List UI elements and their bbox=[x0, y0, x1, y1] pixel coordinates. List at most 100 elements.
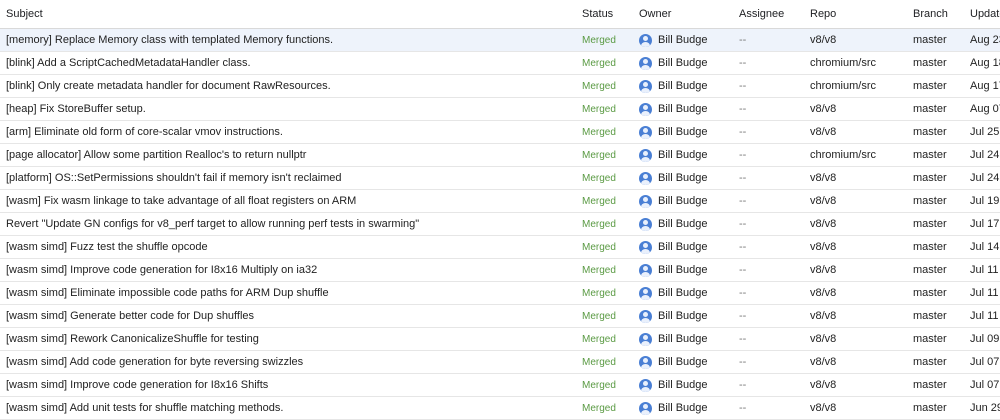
table-row[interactable]: [wasm simd] Generate better code for Dup… bbox=[0, 304, 1000, 328]
owner-cell[interactable]: Bill Budge bbox=[639, 281, 739, 305]
owner-cell[interactable]: Bill Budge bbox=[639, 373, 739, 397]
owner-cell[interactable]: Bill Budge bbox=[639, 350, 739, 374]
change-subject-link[interactable]: [wasm simd] Improve code generation for … bbox=[0, 373, 576, 397]
repo-link[interactable]: v8/v8 bbox=[810, 97, 913, 121]
owner-name[interactable]: Bill Budge bbox=[658, 241, 708, 253]
branch-link[interactable]: master bbox=[913, 396, 970, 420]
branch-link[interactable]: master bbox=[913, 212, 970, 236]
owner-name[interactable]: Bill Budge bbox=[658, 379, 708, 391]
owner-cell[interactable]: Bill Budge bbox=[639, 74, 739, 98]
change-subject-link[interactable]: Revert "Update GN configs for v8_perf ta… bbox=[0, 212, 576, 236]
change-subject-link[interactable]: [blink] Add a ScriptCachedMetadataHandle… bbox=[0, 51, 576, 75]
owner-name[interactable]: Bill Budge bbox=[658, 172, 708, 184]
repo-link[interactable]: v8/v8 bbox=[810, 373, 913, 397]
owner-name[interactable]: Bill Budge bbox=[658, 80, 708, 92]
repo-link[interactable]: chromium/src bbox=[810, 51, 913, 75]
table-row[interactable]: [platform] OS::SetPermissions shouldn't … bbox=[0, 166, 1000, 190]
owner-cell[interactable]: Bill Budge bbox=[639, 396, 739, 420]
branch-link[interactable]: master bbox=[913, 304, 970, 328]
owner-name[interactable]: Bill Budge bbox=[658, 333, 708, 345]
table-row[interactable]: [wasm simd] Add unit tests for shuffle m… bbox=[0, 396, 1000, 420]
owner-name[interactable]: Bill Budge bbox=[658, 126, 708, 138]
branch-link[interactable]: master bbox=[913, 51, 970, 75]
repo-link[interactable]: v8/v8 bbox=[810, 350, 913, 374]
owner-name[interactable]: Bill Budge bbox=[658, 310, 708, 322]
column-header-status[interactable]: Status bbox=[576, 0, 639, 29]
owner-name[interactable]: Bill Budge bbox=[658, 103, 708, 115]
branch-link[interactable]: master bbox=[913, 258, 970, 282]
owner-cell[interactable]: Bill Budge bbox=[639, 189, 739, 213]
repo-link[interactable]: v8/v8 bbox=[810, 166, 913, 190]
branch-link[interactable]: master bbox=[913, 97, 970, 121]
owner-name[interactable]: Bill Budge bbox=[658, 264, 708, 276]
branch-link[interactable]: master bbox=[913, 373, 970, 397]
table-row[interactable]: [blink] Add a ScriptCachedMetadataHandle… bbox=[0, 51, 1000, 75]
change-subject-link[interactable]: [wasm simd] Improve code generation for … bbox=[0, 258, 576, 282]
repo-link[interactable]: v8/v8 bbox=[810, 281, 913, 305]
branch-link[interactable]: master bbox=[913, 74, 970, 98]
branch-link[interactable]: master bbox=[913, 189, 970, 213]
column-header-assignee[interactable]: Assignee bbox=[739, 0, 810, 29]
owner-name[interactable]: Bill Budge bbox=[658, 195, 708, 207]
branch-link[interactable]: master bbox=[913, 235, 970, 259]
table-row[interactable]: [wasm] Fix wasm linkage to take advantag… bbox=[0, 189, 1000, 213]
change-subject-link[interactable]: [blink] Only create metadata handler for… bbox=[0, 74, 576, 98]
repo-link[interactable]: chromium/src bbox=[810, 143, 913, 167]
owner-cell[interactable]: Bill Budge bbox=[639, 143, 739, 167]
branch-link[interactable]: master bbox=[913, 120, 970, 144]
repo-link[interactable]: v8/v8 bbox=[810, 120, 913, 144]
change-subject-link[interactable]: [platform] OS::SetPermissions shouldn't … bbox=[0, 166, 576, 190]
column-header-updated[interactable]: Updated bbox=[970, 0, 1000, 29]
owner-name[interactable]: Bill Budge bbox=[658, 402, 708, 414]
owner-cell[interactable]: Bill Budge bbox=[639, 166, 739, 190]
repo-link[interactable]: v8/v8 bbox=[810, 235, 913, 259]
owner-cell[interactable]: Bill Budge bbox=[639, 28, 739, 52]
repo-link[interactable]: v8/v8 bbox=[810, 28, 913, 52]
change-subject-link[interactable]: [memory] Replace Memory class with templ… bbox=[0, 28, 576, 52]
change-subject-link[interactable]: [page allocator] Allow some partition Re… bbox=[0, 143, 576, 167]
column-header-subject[interactable]: Subject bbox=[0, 0, 576, 29]
change-subject-link[interactable]: [wasm simd] Add code generation for byte… bbox=[0, 350, 576, 374]
repo-link[interactable]: v8/v8 bbox=[810, 189, 913, 213]
column-header-owner[interactable]: Owner bbox=[639, 0, 739, 29]
change-subject-link[interactable]: [arm] Eliminate old form of core-scalar … bbox=[0, 120, 576, 144]
change-subject-link[interactable]: [wasm simd] Add unit tests for shuffle m… bbox=[0, 396, 576, 420]
branch-link[interactable]: master bbox=[913, 166, 970, 190]
repo-link[interactable]: v8/v8 bbox=[810, 304, 913, 328]
owner-cell[interactable]: Bill Budge bbox=[639, 304, 739, 328]
owner-cell[interactable]: Bill Budge bbox=[639, 97, 739, 121]
table-row[interactable]: [wasm simd] Improve code generation for … bbox=[0, 373, 1000, 397]
repo-link[interactable]: v8/v8 bbox=[810, 327, 913, 351]
table-row[interactable]: [wasm simd] Fuzz test the shuffle opcode… bbox=[0, 235, 1000, 259]
table-row[interactable]: [page allocator] Allow some partition Re… bbox=[0, 143, 1000, 167]
table-row[interactable]: [wasm simd] Improve code generation for … bbox=[0, 258, 1000, 282]
change-subject-link[interactable]: [wasm simd] Rework CanonicalizeShuffle f… bbox=[0, 327, 576, 351]
branch-link[interactable]: master bbox=[913, 281, 970, 305]
change-subject-link[interactable]: [wasm simd] Eliminate impossible code pa… bbox=[0, 281, 576, 305]
owner-name[interactable]: Bill Budge bbox=[658, 149, 708, 161]
owner-name[interactable]: Bill Budge bbox=[658, 218, 708, 230]
table-row[interactable]: [memory] Replace Memory class with templ… bbox=[0, 28, 1000, 52]
owner-cell[interactable]: Bill Budge bbox=[639, 327, 739, 351]
column-header-repo[interactable]: Repo bbox=[810, 0, 913, 29]
table-row[interactable]: [blink] Only create metadata handler for… bbox=[0, 74, 1000, 98]
branch-link[interactable]: master bbox=[913, 350, 970, 374]
table-row[interactable]: [wasm simd] Eliminate impossible code pa… bbox=[0, 281, 1000, 305]
owner-name[interactable]: Bill Budge bbox=[658, 57, 708, 69]
owner-name[interactable]: Bill Budge bbox=[658, 356, 708, 368]
change-subject-link[interactable]: [wasm simd] Generate better code for Dup… bbox=[0, 304, 576, 328]
repo-link[interactable]: v8/v8 bbox=[810, 258, 913, 282]
table-row[interactable]: [wasm simd] Add code generation for byte… bbox=[0, 350, 1000, 374]
table-row[interactable]: Revert "Update GN configs for v8_perf ta… bbox=[0, 212, 1000, 236]
owner-cell[interactable]: Bill Budge bbox=[639, 212, 739, 236]
change-subject-link[interactable]: [wasm] Fix wasm linkage to take advantag… bbox=[0, 189, 576, 213]
table-row[interactable]: [heap] Fix StoreBuffer setup. Merged Bill … bbox=[0, 97, 1000, 121]
repo-link[interactable]: chromium/src bbox=[810, 74, 913, 98]
column-header-branch[interactable]: Branch bbox=[913, 0, 970, 29]
change-subject-link[interactable]: [wasm simd] Fuzz test the shuffle opcode bbox=[0, 235, 576, 259]
owner-name[interactable]: Bill Budge bbox=[658, 287, 708, 299]
repo-link[interactable]: v8/v8 bbox=[810, 212, 913, 236]
owner-cell[interactable]: Bill Budge bbox=[639, 235, 739, 259]
owner-cell[interactable]: Bill Budge bbox=[639, 51, 739, 75]
owner-name[interactable]: Bill Budge bbox=[658, 34, 708, 46]
